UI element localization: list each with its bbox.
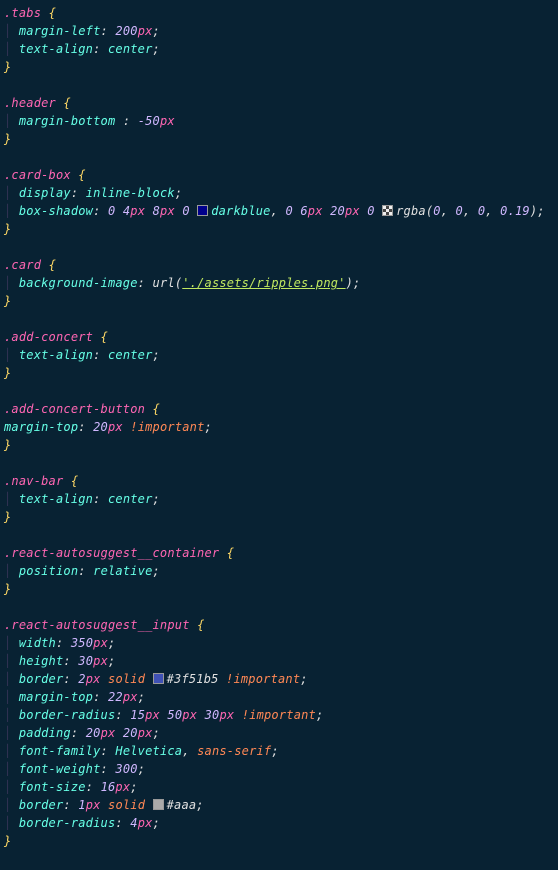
code-editor[interactable]: .tabs { │ margin-left: 200px; │ text-ali… <box>4 4 554 850</box>
